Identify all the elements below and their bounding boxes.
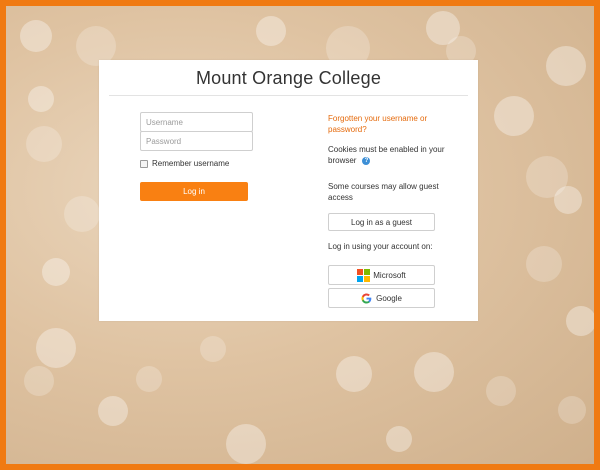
guest-login-button[interactable]: Log in as a guest: [328, 213, 435, 231]
remember-username[interactable]: Remember username: [140, 159, 229, 168]
username-input[interactable]: [140, 112, 253, 132]
title-divider: [109, 95, 468, 96]
google-label: Google: [376, 293, 402, 303]
password-input[interactable]: [140, 131, 253, 151]
bokeh-light: [526, 246, 562, 282]
bokeh-light: [566, 306, 594, 336]
bokeh-light: [386, 426, 412, 452]
site-title: Mount Orange College: [195, 68, 382, 88]
guest-access-text: Some courses may allow guest access: [328, 182, 439, 202]
bokeh-light: [42, 258, 70, 286]
bokeh-light: [64, 196, 100, 232]
bokeh-light: [24, 366, 54, 396]
bokeh-light: [226, 424, 266, 464]
bokeh-light: [494, 96, 534, 136]
bokeh-light: [200, 336, 226, 362]
remember-checkbox[interactable]: [140, 159, 148, 168]
bokeh-light: [414, 352, 454, 392]
bokeh-light: [486, 376, 516, 406]
microsoft-icon: [357, 268, 371, 282]
google-icon: [361, 292, 372, 304]
login-card: Mount Orange College Remember username L…: [99, 60, 478, 321]
bokeh-light: [98, 396, 128, 426]
cookies-notice: Cookies must be enabled in your browser?: [328, 144, 448, 166]
bokeh-light: [20, 20, 52, 52]
help-icon[interactable]: ?: [362, 156, 371, 165]
oauth-label: Log in using your account on:: [328, 242, 433, 251]
bokeh-light: [36, 328, 76, 368]
forgot-password-link[interactable]: Forgotten your username or password?: [328, 113, 448, 135]
bokeh-light: [546, 46, 586, 86]
microsoft-label: Microsoft: [373, 270, 406, 280]
login-button[interactable]: Log in: [140, 182, 248, 201]
remember-label: Remember username: [152, 159, 230, 168]
google-login-button[interactable]: Google: [328, 288, 435, 308]
bokeh-light: [28, 86, 54, 112]
bokeh-light: [26, 126, 62, 162]
bokeh-light: [558, 396, 586, 424]
bokeh-light: [256, 16, 286, 46]
bokeh-light: [336, 356, 372, 392]
cookies-text: Cookies must be enabled in your browser: [328, 145, 445, 165]
microsoft-login-button[interactable]: Microsoft: [328, 265, 435, 285]
bokeh-light: [136, 366, 162, 392]
bokeh-light: [554, 186, 582, 214]
